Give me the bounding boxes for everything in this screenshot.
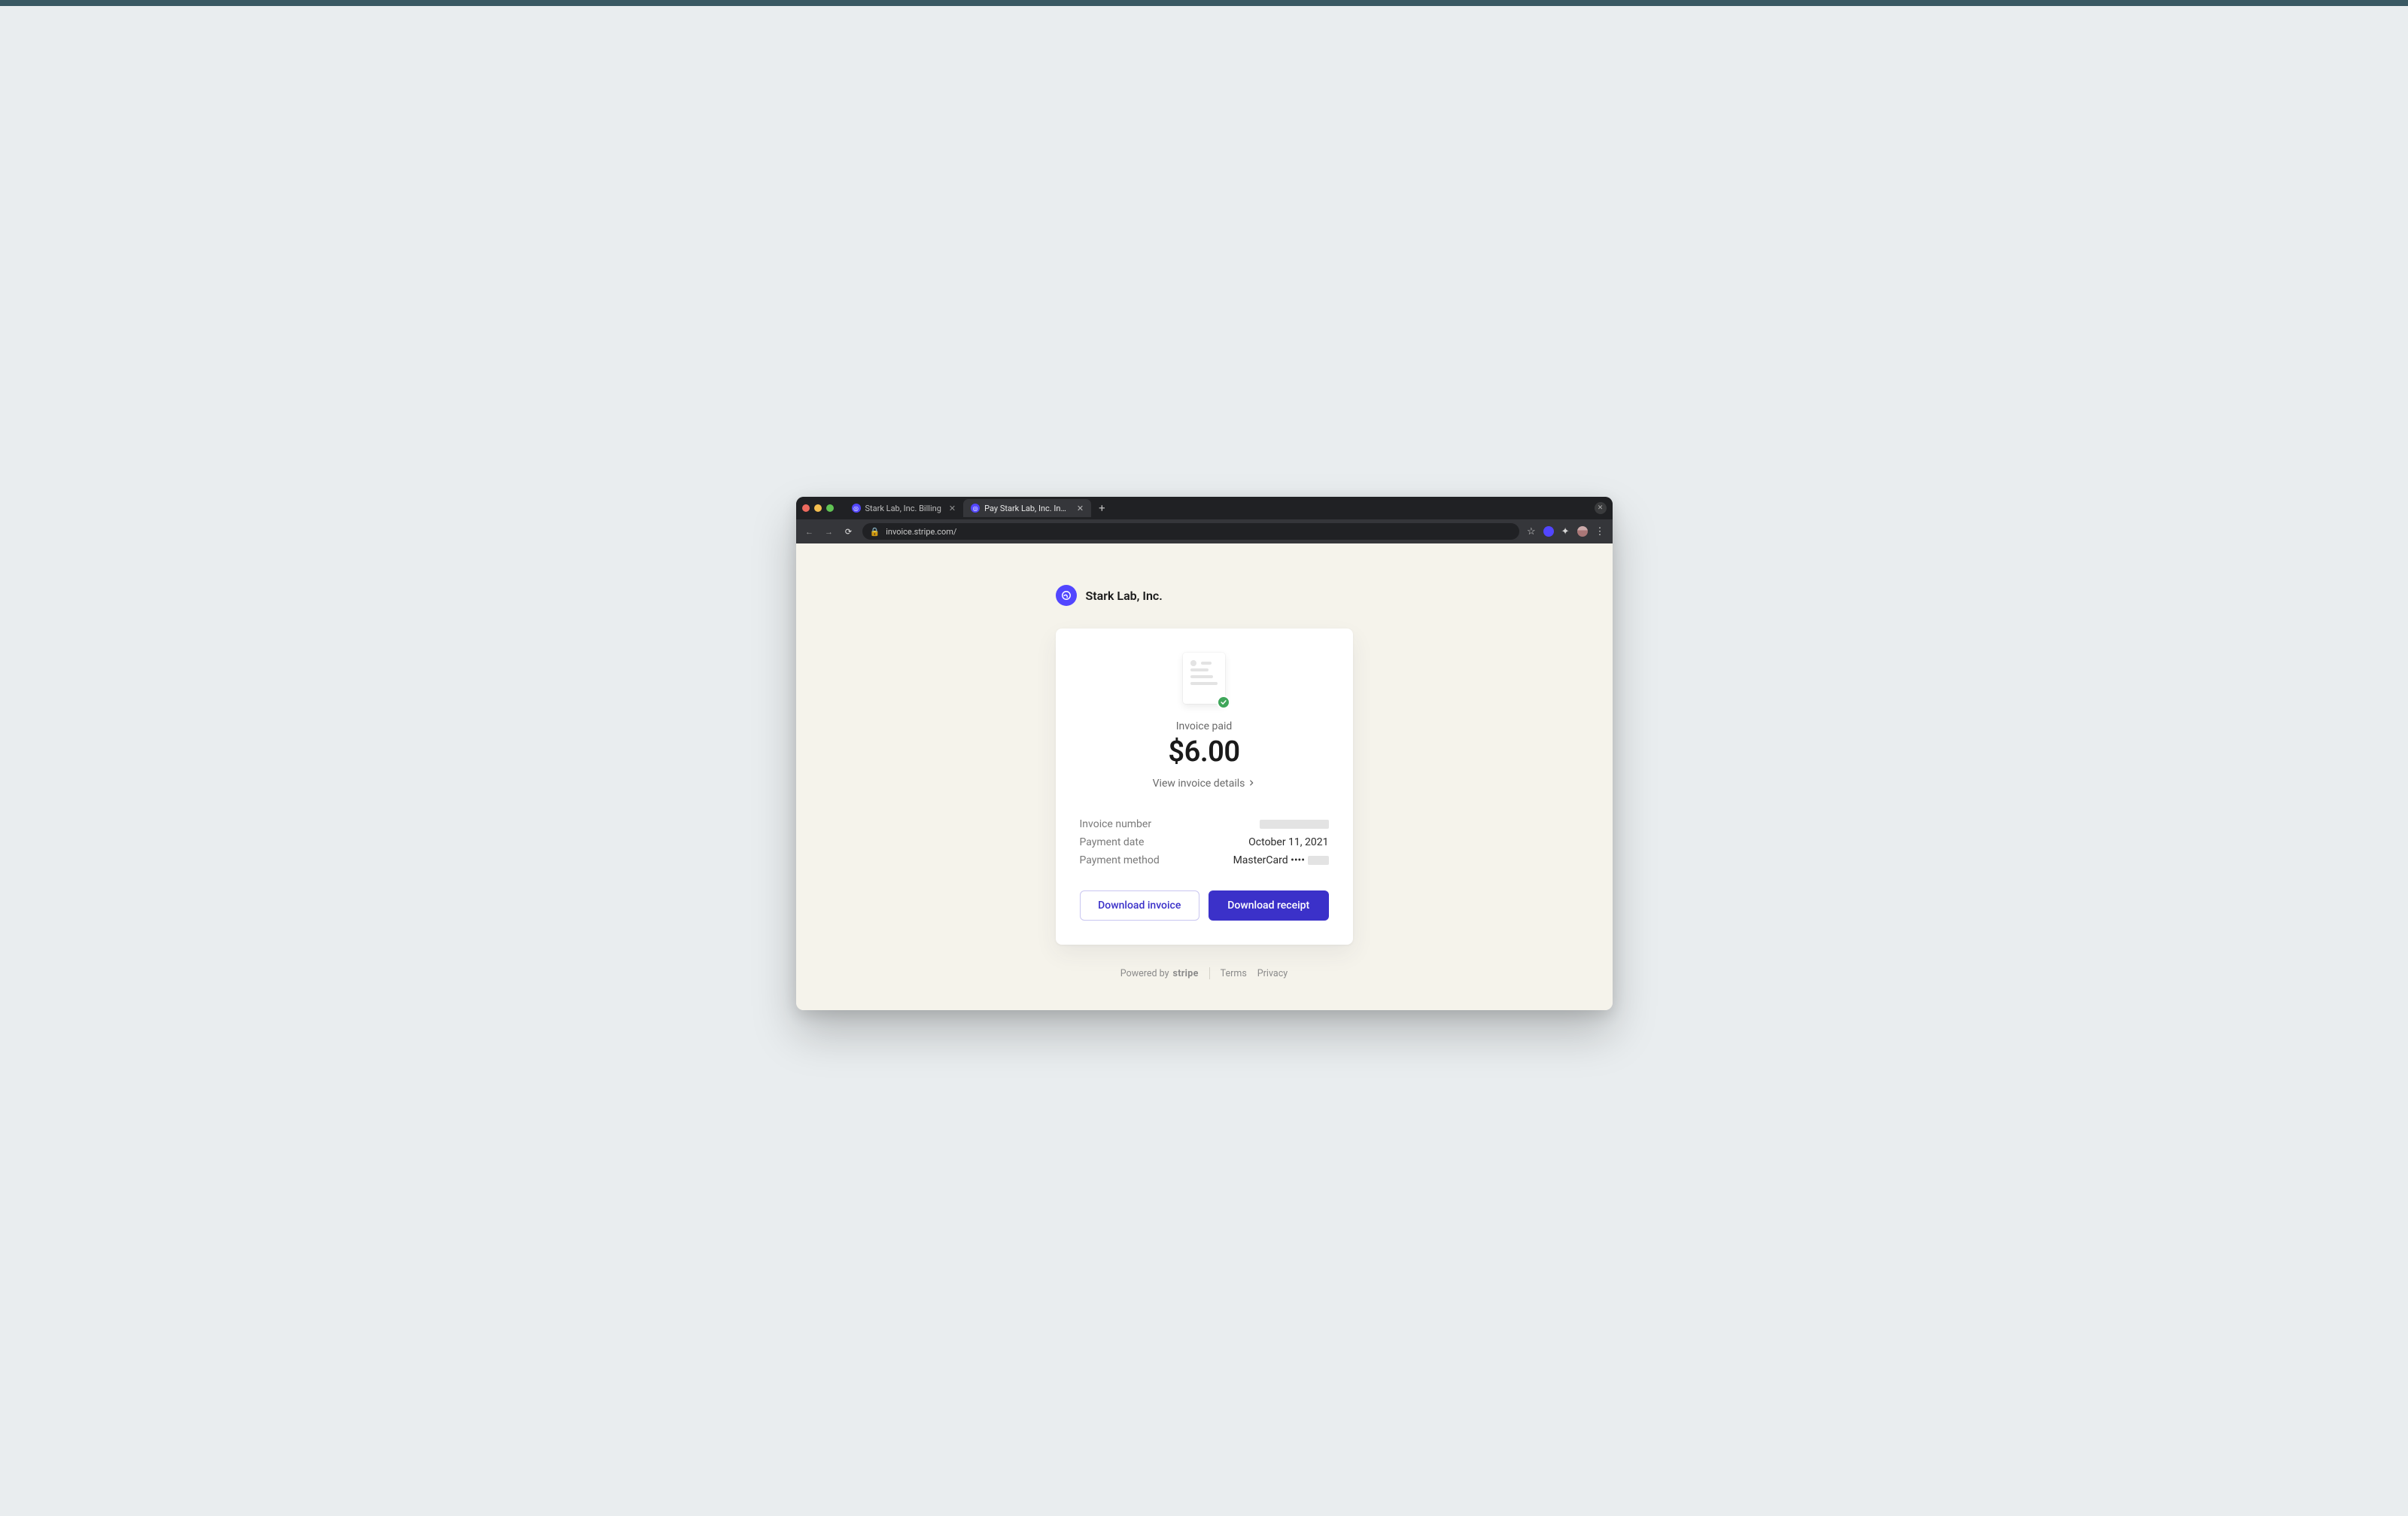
tab-strip: ◎ Stark Lab, Inc. Billing ✕ ◎ Pay Stark … — [796, 497, 1613, 519]
profile-avatar[interactable] — [1577, 526, 1588, 537]
powered-by-label: Powered by — [1120, 968, 1169, 979]
extensions-menu-icon[interactable]: ✦ — [1561, 526, 1570, 537]
url-text: invoice.stripe.com/ — [886, 527, 956, 537]
detail-value-redacted — [1260, 818, 1329, 830]
address-bar[interactable]: 🔒 invoice.stripe.com/ — [862, 523, 1519, 540]
favicon-icon: ◎ — [852, 504, 861, 513]
invoice-document-icon — [1183, 653, 1225, 704]
download-invoice-button[interactable]: Download invoice — [1080, 890, 1200, 921]
detail-value: MasterCard •••• — [1233, 854, 1329, 866]
minimize-window-icon[interactable] — [814, 504, 822, 512]
tab-label: Pay Stark Lab, Inc. Invoice #F7 — [984, 504, 1069, 513]
detail-label: Payment method — [1080, 854, 1160, 866]
maximize-window-icon[interactable] — [826, 504, 834, 512]
close-window-icon[interactable] — [802, 504, 810, 512]
star-icon[interactable]: ☆ — [1527, 526, 1536, 537]
toolbar-right: ☆ ✦ ⋮ — [1527, 526, 1605, 537]
invoice-details: Invoice number Payment date October 11, … — [1080, 815, 1329, 869]
back-button[interactable]: ← — [804, 527, 816, 537]
invoice-status: Invoice paid — [1080, 720, 1329, 732]
detail-label: Invoice number — [1080, 818, 1152, 830]
powered-by: Powered by stripe — [1120, 968, 1199, 979]
merchant-name: Stark Lab, Inc. — [1086, 589, 1163, 603]
page-top-strip — [0, 0, 2408, 6]
invoice-card: Invoice paid $6.00 View invoice details … — [1056, 629, 1353, 945]
action-buttons: Download invoice Download receipt — [1080, 890, 1329, 921]
detail-label: Payment date — [1080, 836, 1145, 848]
details-link-label: View invoice details — [1153, 778, 1245, 790]
close-tab-icon[interactable]: ✕ — [949, 504, 956, 513]
detail-row-payment-method: Payment method MasterCard •••• — [1080, 851, 1329, 869]
tabstrip-action-icon[interactable]: ✕ — [1595, 502, 1607, 514]
browser-window: ◎ Stark Lab, Inc. Billing ✕ ◎ Pay Stark … — [796, 497, 1613, 1010]
reload-button[interactable]: ⟳ — [843, 527, 855, 537]
invoice-amount: $6.00 — [1080, 735, 1329, 769]
new-tab-button[interactable]: + — [1091, 501, 1113, 515]
tab-label: Stark Lab, Inc. Billing — [865, 504, 941, 513]
page-footer: Powered by stripe Terms Privacy — [1056, 967, 1353, 979]
card-last4-redacted — [1308, 856, 1329, 865]
detail-value: October 11, 2021 — [1248, 836, 1328, 848]
download-receipt-button[interactable]: Download receipt — [1209, 890, 1329, 921]
extension-icon[interactable] — [1543, 526, 1554, 537]
detail-row-invoice-number: Invoice number — [1080, 815, 1329, 833]
detail-row-payment-date: Payment date October 11, 2021 — [1080, 833, 1329, 851]
stripe-wordmark-icon: stripe — [1173, 968, 1199, 979]
chevron-right-icon — [1248, 778, 1255, 790]
view-invoice-details-link[interactable]: View invoice details — [1080, 778, 1329, 790]
browser-toolbar: ← → ⟳ 🔒 invoice.stripe.com/ ☆ ✦ ⋮ — [796, 519, 1613, 543]
merchant-logo-icon — [1056, 585, 1077, 606]
screenshot-stage: ◎ Stark Lab, Inc. Billing ✕ ◎ Pay Stark … — [0, 6, 2408, 1516]
privacy-link[interactable]: Privacy — [1257, 968, 1288, 979]
page-content: Stark Lab, Inc. Invoice paid $6 — [796, 543, 1613, 1010]
favicon-icon: ◎ — [971, 504, 980, 513]
forward-button[interactable]: → — [823, 527, 835, 537]
tab-inactive[interactable]: ◎ Stark Lab, Inc. Billing ✕ — [844, 499, 964, 517]
lock-icon: 🔒 — [870, 527, 880, 537]
close-tab-icon[interactable]: ✕ — [1077, 504, 1084, 513]
merchant-header: Stark Lab, Inc. — [1056, 585, 1353, 606]
card-mask: •••• — [1291, 854, 1305, 866]
button-label: Download invoice — [1098, 900, 1181, 912]
terms-link[interactable]: Terms — [1221, 968, 1247, 979]
kebab-menu-icon[interactable]: ⋮ — [1595, 526, 1605, 537]
window-controls — [802, 504, 834, 512]
card-brand: MasterCard — [1233, 854, 1288, 866]
button-label: Download receipt — [1227, 900, 1309, 912]
browser-chrome: ◎ Stark Lab, Inc. Billing ✕ ◎ Pay Stark … — [796, 497, 1613, 543]
paid-check-icon — [1217, 696, 1230, 709]
tab-active[interactable]: ◎ Pay Stark Lab, Inc. Invoice #F7 ✕ — [963, 499, 1091, 517]
footer-divider — [1209, 967, 1210, 979]
